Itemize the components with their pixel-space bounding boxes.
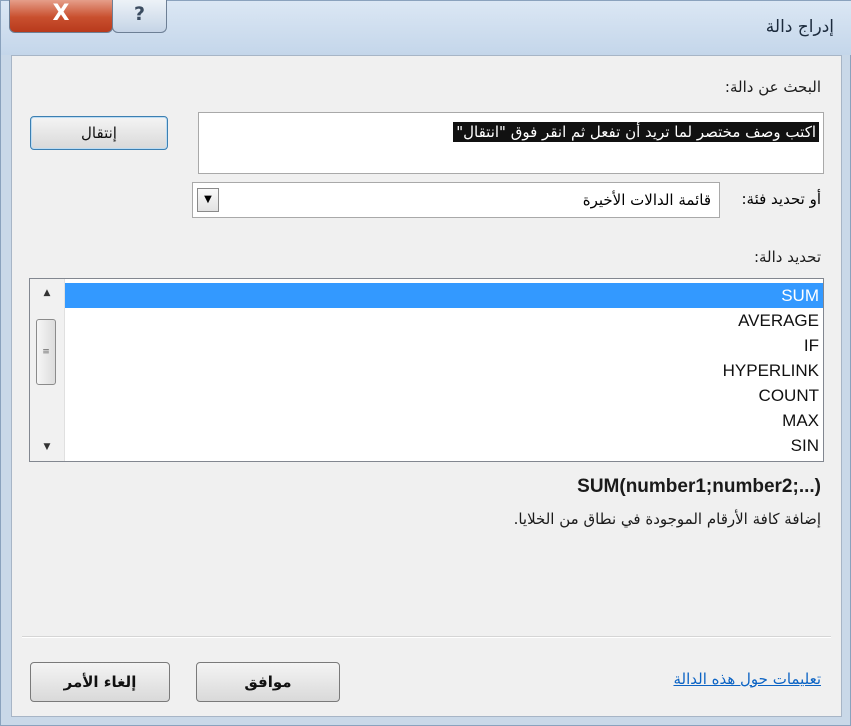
list-item[interactable]: IF [65,333,823,358]
function-help-link[interactable]: تعليمات حول هذه الدالة [673,670,821,688]
search-label: البحث عن دالة: [724,78,821,96]
close-button[interactable]: X [9,0,113,33]
list-scrollbar[interactable]: ▲ ≡ ▼ [30,279,65,461]
category-label: أو تحديد فئة: [741,190,821,208]
list-item[interactable]: SUM [65,283,823,308]
category-selected-value: قائمة الدالات الأخيرة [582,191,711,209]
function-syntax: SUM(number1;number2;...) [577,476,821,497]
help-icon: ? [133,3,146,25]
help-button[interactable]: ? [112,0,167,33]
scroll-thumb[interactable]: ≡ [36,319,56,385]
list-item[interactable]: HYPERLINK [65,358,823,383]
dialog-title: إدراج دالة [765,17,834,37]
ok-button[interactable]: موافق [196,662,340,702]
list-item[interactable]: COUNT [65,383,823,408]
scroll-up-icon[interactable]: ▲ [30,283,64,303]
cancel-button[interactable]: إلغاء الأمر [30,662,170,702]
dialog-body: البحث عن دالة: اكتب وصف مختصر لما تريد أ… [11,55,842,717]
close-icon: X [52,1,70,26]
function-description: إضافة كافة الأرقام الموجودة في نطاق من ا… [513,510,821,528]
divider [22,636,831,638]
go-button[interactable]: إنتقال [30,116,168,150]
list-item[interactable]: AVERAGE [65,308,823,333]
scroll-down-icon[interactable]: ▼ [30,437,64,457]
search-input-text: اكتب وصف مختصر لما تريد أن تفعل ثم انقر … [453,122,819,142]
function-list[interactable]: ▲ ≡ ▼ SUM AVERAGE IF HYPERLINK COUNT MAX SIN [29,278,824,462]
function-items: SUM AVERAGE IF HYPERLINK COUNT MAX SIN [65,283,823,458]
list-item[interactable]: SIN [65,433,823,458]
title-bar[interactable]: X ? إدراج دالة [1,0,851,55]
chevron-down-icon[interactable]: ▼ [197,188,219,212]
search-input[interactable]: اكتب وصف مختصر لما تريد أن تفعل ثم انقر … [198,112,824,174]
category-select[interactable]: قائمة الدالات الأخيرة ▼ [192,182,720,218]
list-item[interactable]: MAX [65,408,823,433]
function-list-label: تحديد دالة: [753,248,821,266]
insert-function-dialog: X ? إدراج دالة البحث عن دالة: اكتب وصف م… [0,0,851,726]
